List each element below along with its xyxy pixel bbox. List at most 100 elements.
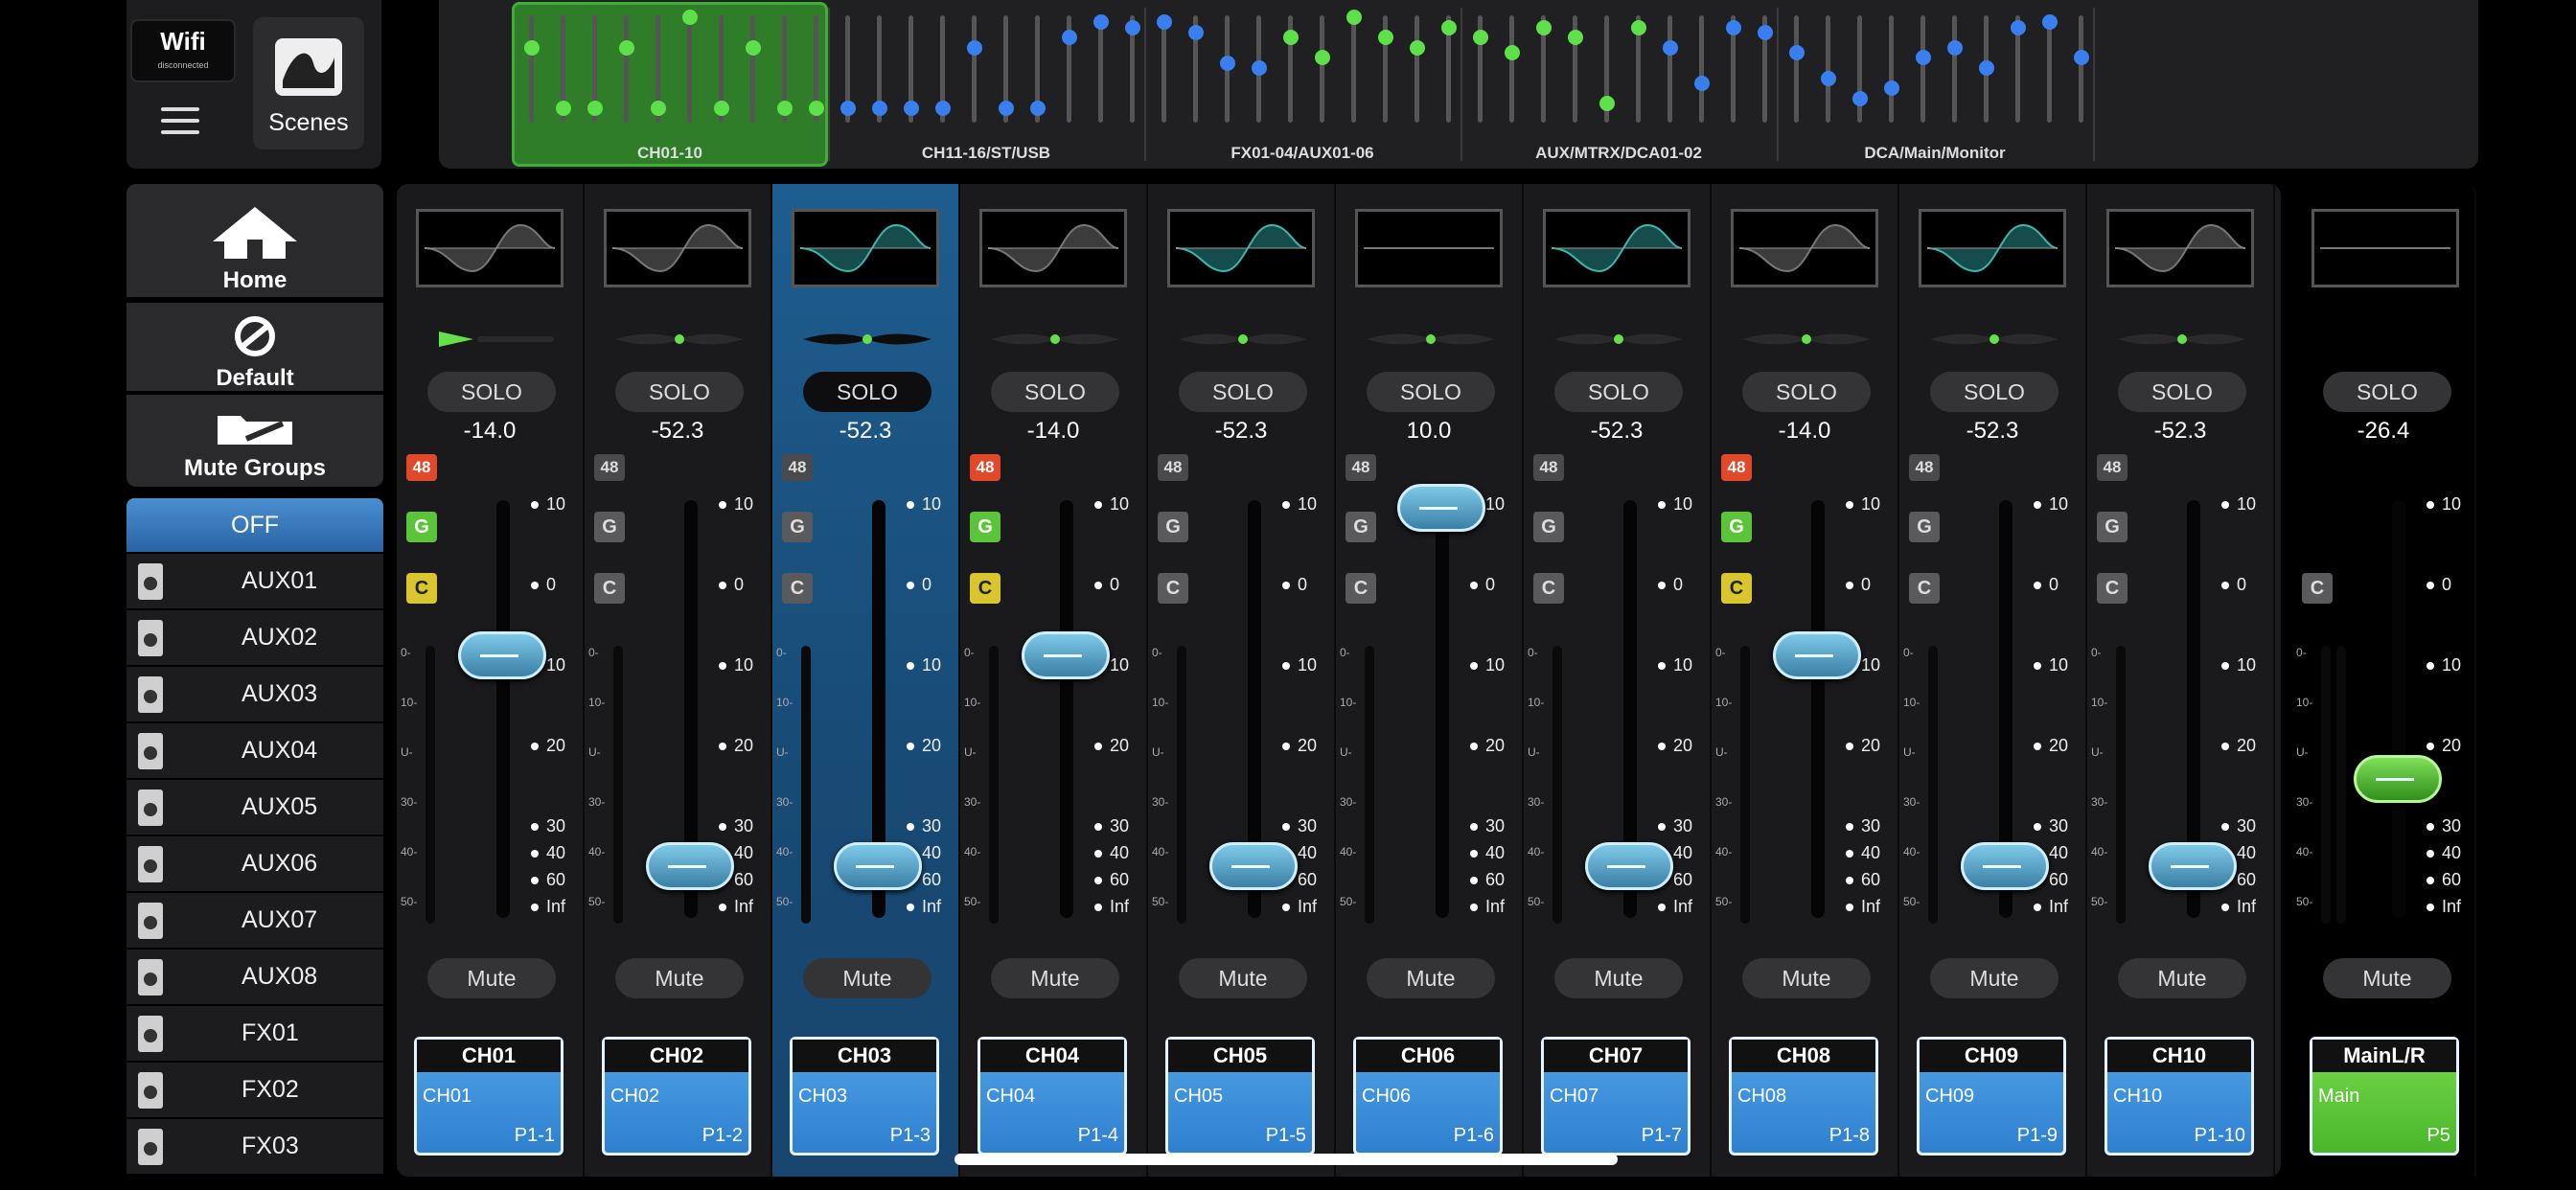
pan-control[interactable] [1171,326,1315,353]
mute-button[interactable]: Mute [1930,958,2058,998]
gate-badge[interactable]: G [2097,512,2128,542]
fader-knob[interactable] [2354,754,2442,803]
mute-groups-button[interactable]: Mute Groups [126,395,383,487]
comp-badge[interactable]: C [1346,573,1376,604]
phantom-48v-badge[interactable]: 48 [1346,454,1376,481]
gate-badge[interactable]: G [970,512,1000,542]
solo-button[interactable]: SOLO [615,372,744,412]
phantom-48v-badge[interactable]: 48 [782,454,813,481]
phantom-48v-badge[interactable]: 48 [1909,454,1940,481]
default-button[interactable]: Default [126,303,383,391]
comp-badge[interactable]: C [594,573,625,604]
comp-badge[interactable]: C [970,573,1000,604]
eq-preview[interactable] [792,209,939,287]
fader-track[interactable] [1436,500,1449,918]
fader-knob[interactable] [1773,630,1861,679]
mute-button[interactable]: Mute [991,958,1119,998]
mute-button[interactable]: Mute [1742,958,1871,998]
gate-badge[interactable]: G [1346,512,1376,542]
channel-name-tile[interactable]: CH06 CH06 P1-6 [1353,1037,1503,1156]
channel-name-tile[interactable]: CH05 CH05 P1-5 [1165,1037,1315,1156]
solo-button[interactable]: SOLO [803,372,932,412]
eq-preview[interactable] [1731,209,1878,287]
channel-name-tile[interactable]: CH10 CH10 P1-10 [2104,1037,2254,1156]
eq-preview[interactable] [979,209,1127,287]
mute-button[interactable]: Mute [2118,958,2246,998]
eq-preview[interactable] [2312,209,2459,287]
phantom-48v-badge[interactable]: 48 [970,454,1000,481]
fader-knob[interactable] [834,842,922,891]
overview-group-label[interactable]: CH01-10 [512,144,828,163]
channel-overview[interactable]: CH01-10 CH11-16/ST/USB FX01-04/AUX01-06 AUX… [439,0,2478,169]
phantom-48v-badge[interactable]: 48 [1721,454,1752,481]
mute-button[interactable]: Mute [803,958,932,998]
fader-knob[interactable] [1961,842,2049,891]
comp-badge[interactable]: C [1721,573,1752,604]
pan-control[interactable] [420,326,564,353]
pan-control[interactable] [1547,326,1690,353]
gate-badge[interactable]: G [406,512,437,542]
gate-badge[interactable]: G [782,512,813,542]
phantom-48v-badge[interactable]: 48 [2097,454,2128,481]
phantom-48v-badge[interactable]: 48 [406,454,437,481]
eq-preview[interactable] [2106,209,2254,287]
channel-name-tile[interactable]: CH04 CH04 P1-4 [978,1037,1127,1156]
channel-name-tile[interactable]: CH02 CH02 P1-2 [602,1037,751,1156]
mute-button[interactable]: Mute [1367,958,1495,998]
phantom-48v-badge[interactable]: 48 [1158,454,1188,481]
pan-control[interactable] [1922,326,2066,353]
send-item[interactable]: AUX06 [126,836,383,892]
eq-preview[interactable] [1355,209,1503,287]
sends-off-button[interactable]: OFF [126,498,383,552]
mute-button[interactable]: Mute [1179,958,1307,998]
mute-button[interactable]: Mute [1554,958,1683,998]
fader-knob[interactable] [1397,484,1485,532]
pan-control[interactable] [608,326,751,353]
eq-preview[interactable] [604,209,751,287]
fader-knob[interactable] [1022,630,1110,679]
send-item[interactable]: AUX08 [126,950,383,1005]
phantom-48v-badge[interactable]: 48 [1533,454,1564,481]
fader-track[interactable] [1060,500,1073,918]
channel-name-tile[interactable]: CH01 CH01 P1-1 [414,1037,564,1156]
fader-track[interactable] [496,500,510,918]
overview-group-label[interactable]: FX01-04/AUX01-06 [1144,144,1460,163]
channel-name-tile[interactable]: MainL/R Main P5 [2310,1037,2459,1156]
fader-knob[interactable] [2149,842,2237,891]
pan-control[interactable] [1735,326,1878,353]
solo-button[interactable]: SOLO [1179,372,1307,412]
channel-name-tile[interactable]: CH08 CH08 P1-8 [1729,1037,1878,1156]
channel-name-tile[interactable]: CH09 CH09 P1-9 [1917,1037,2066,1156]
comp-badge[interactable]: C [2302,573,2333,604]
fader-track[interactable] [2392,500,2405,918]
mute-button[interactable]: Mute [427,958,556,998]
pan-control[interactable] [983,326,1127,353]
fader-knob[interactable] [1209,842,1298,891]
pan-control[interactable] [2110,326,2254,353]
eq-preview[interactable] [1167,209,1315,287]
fader-track[interactable] [1811,500,1825,918]
mute-button[interactable]: Mute [2323,958,2451,998]
menu-icon[interactable] [161,107,199,136]
solo-button[interactable]: SOLO [1554,372,1683,412]
channel-name-tile[interactable]: CH03 CH03 P1-3 [790,1037,939,1156]
gate-badge[interactable]: G [1909,512,1940,542]
send-item[interactable]: AUX01 [126,554,383,609]
gate-badge[interactable]: G [1158,512,1188,542]
eq-preview[interactable] [1919,209,2066,287]
pan-control[interactable] [1359,326,1503,353]
gate-badge[interactable]: G [1721,512,1752,542]
comp-badge[interactable]: C [1909,573,1940,604]
solo-button[interactable]: SOLO [427,372,556,412]
solo-button[interactable]: SOLO [1930,372,2058,412]
channel-name-tile[interactable]: CH07 CH07 P1-7 [1541,1037,1690,1156]
overview-group-label[interactable]: CH11-16/ST/USB [828,144,1144,163]
eq-preview[interactable] [1543,209,1690,287]
overview-group-label[interactable]: DCA/Main/Monitor [1777,144,2093,163]
comp-badge[interactable]: C [406,573,437,604]
comp-badge[interactable]: C [1158,573,1188,604]
send-item[interactable]: AUX07 [126,893,383,949]
send-item[interactable]: AUX05 [126,780,383,835]
gate-badge[interactable]: G [1533,512,1564,542]
gate-badge[interactable]: G [594,512,625,542]
